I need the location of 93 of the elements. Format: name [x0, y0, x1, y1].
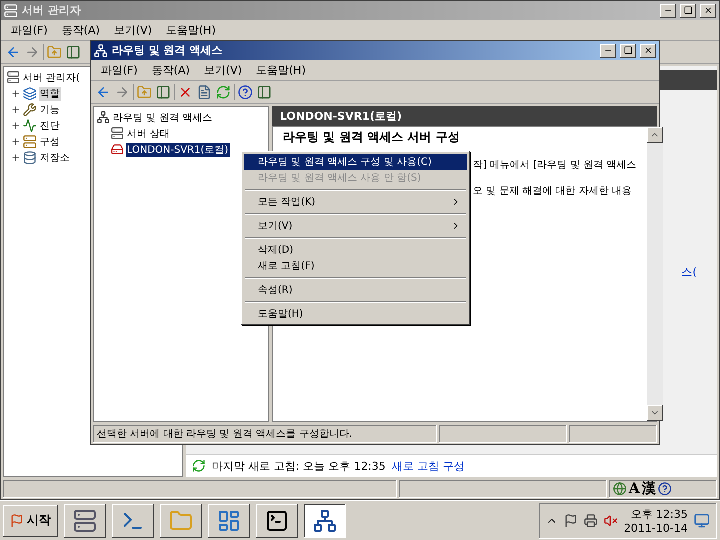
refresh-icon: [192, 459, 206, 473]
server-icon: [111, 127, 124, 140]
server-icon: [73, 508, 97, 532]
wrench-icon: [23, 102, 37, 116]
help-icon: [238, 84, 253, 100]
expand-icon[interactable]: [11, 120, 21, 130]
hanja-indicator[interactable]: 漢: [642, 480, 656, 498]
scroll-down-button[interactable]: [646, 405, 663, 421]
minimize-button[interactable]: [600, 44, 616, 58]
forward-icon: [25, 44, 40, 60]
context-menu-item[interactable]: 보기(V): [244, 218, 467, 234]
expand-icon[interactable]: [11, 152, 21, 162]
back-icon: [6, 44, 21, 60]
context-menu-item[interactable]: 모든 작업(K): [244, 194, 467, 210]
refresh-icon: [216, 84, 231, 100]
maximize-button[interactable]: [620, 44, 636, 58]
tree-item[interactable]: 역할: [39, 86, 61, 100]
network-icon: [97, 111, 110, 124]
menu-item[interactable]: 보기(V): [198, 60, 248, 80]
description-text: 작] 메뉴에서 [라우팅 및 원격 액세스: [473, 159, 637, 172]
menu-item[interactable]: 보기(V): [108, 20, 158, 40]
command-prompt-icon: [265, 508, 289, 532]
menu-item[interactable]: 도움말(H): [160, 20, 222, 40]
expand-icon[interactable]: [11, 104, 21, 114]
tree-item[interactable]: 저장소: [39, 150, 71, 164]
scroll-up-button[interactable]: [646, 127, 663, 143]
status-text: 선택한 서버에 대한 라우팅 및 원격 액세스를 구성합니다.: [93, 425, 437, 443]
menu-item[interactable]: 파일(F): [95, 60, 144, 80]
tree-item[interactable]: 서버 상태: [126, 126, 172, 140]
close-button[interactable]: [640, 44, 656, 58]
menu-item[interactable]: 동작(A): [146, 60, 196, 80]
menu-item[interactable]: 도움말(H): [250, 60, 312, 80]
context-menu-item[interactable]: 새로 고침(F): [244, 258, 467, 274]
globe-icon: [613, 482, 627, 496]
expand-icon[interactable]: [11, 136, 21, 146]
volume-muted-icon[interactable]: [604, 514, 618, 528]
control-panel-icon: [217, 508, 241, 532]
folder-up-icon: [47, 44, 62, 60]
server-icon: [23, 134, 37, 148]
forward-icon: [115, 84, 130, 100]
start-button[interactable]: 시작: [3, 504, 58, 536]
menu-item[interactable]: 동작(A): [56, 20, 106, 40]
taskbar-button[interactable]: [304, 504, 346, 538]
pane-header: LONDON-SVR1(로컬): [272, 106, 657, 126]
tree-item[interactable]: 구성: [39, 134, 61, 148]
activity-icon: [23, 118, 37, 132]
context-menu-item[interactable]: 삭제(D): [244, 242, 467, 258]
expand-icon[interactable]: [11, 88, 21, 98]
properties-icon: [197, 84, 212, 100]
network-icon: [313, 508, 337, 532]
panel-icon: [156, 84, 171, 100]
clock-date: 2011-10-14: [624, 522, 688, 534]
server-icon: [7, 71, 20, 84]
close-icon: [644, 46, 652, 55]
back-icon: [96, 84, 111, 100]
tree-item[interactable]: 라우팅 및 원격 액세스: [112, 110, 214, 124]
link-text[interactable]: 스(: [682, 264, 697, 280]
tree-item[interactable]: 서버 관리자(: [22, 70, 82, 84]
maximize-button[interactable]: [680, 4, 696, 18]
network-icon: [94, 44, 108, 58]
context-menu-item[interactable]: 속성(R): [244, 282, 467, 298]
tree-item[interactable]: 진단: [39, 118, 61, 132]
clock-time: 오후 12:35: [630, 506, 688, 522]
panel-icon: [257, 84, 272, 100]
window-title: 서버 관리자: [22, 3, 82, 18]
window-title: 라우팅 및 원격 액세스: [112, 43, 224, 58]
maximize-icon: [624, 46, 632, 55]
input-mode-indicator[interactable]: A: [629, 481, 640, 497]
menu-item[interactable]: 파일(F): [5, 20, 54, 40]
help-button[interactable]: [237, 83, 254, 101]
context-menu-item[interactable]: 도움말(H): [244, 306, 467, 322]
panel-icon: [66, 44, 81, 60]
folder-icon: [169, 508, 193, 532]
maximize-icon: [684, 6, 692, 15]
help-icon[interactable]: [658, 482, 672, 496]
folder-up-icon: [137, 84, 152, 100]
close-icon: [704, 6, 712, 15]
show-desktop-icon[interactable]: [694, 512, 710, 528]
minimize-button[interactable]: [660, 4, 676, 18]
context-menu-item[interactable]: 라우팅 및 원격 액세스 구성 및 사용(C): [244, 154, 467, 170]
server-icon: [4, 4, 18, 18]
windows-flag-icon: [10, 514, 24, 528]
refresh-settings-link[interactable]: 새로 고침 구성: [392, 458, 465, 474]
flag-icon[interactable]: [564, 514, 578, 528]
refresh-status: 마지막 새로 고침: 오늘 오후 12:35: [212, 458, 386, 474]
tree-item[interactable]: LONDON-SVR1(로컬): [126, 142, 230, 156]
drive-icon: [111, 143, 124, 156]
properties-button[interactable]: [196, 83, 213, 101]
pane-heading: 라우팅 및 원격 액세스 서버 구성: [283, 129, 460, 146]
database-icon: [23, 150, 37, 164]
close-button[interactable]: [700, 4, 716, 18]
tree-item[interactable]: 기능: [39, 102, 61, 116]
description-text: 오 및 문제 해결에 대한 자세한 내용: [473, 185, 632, 198]
